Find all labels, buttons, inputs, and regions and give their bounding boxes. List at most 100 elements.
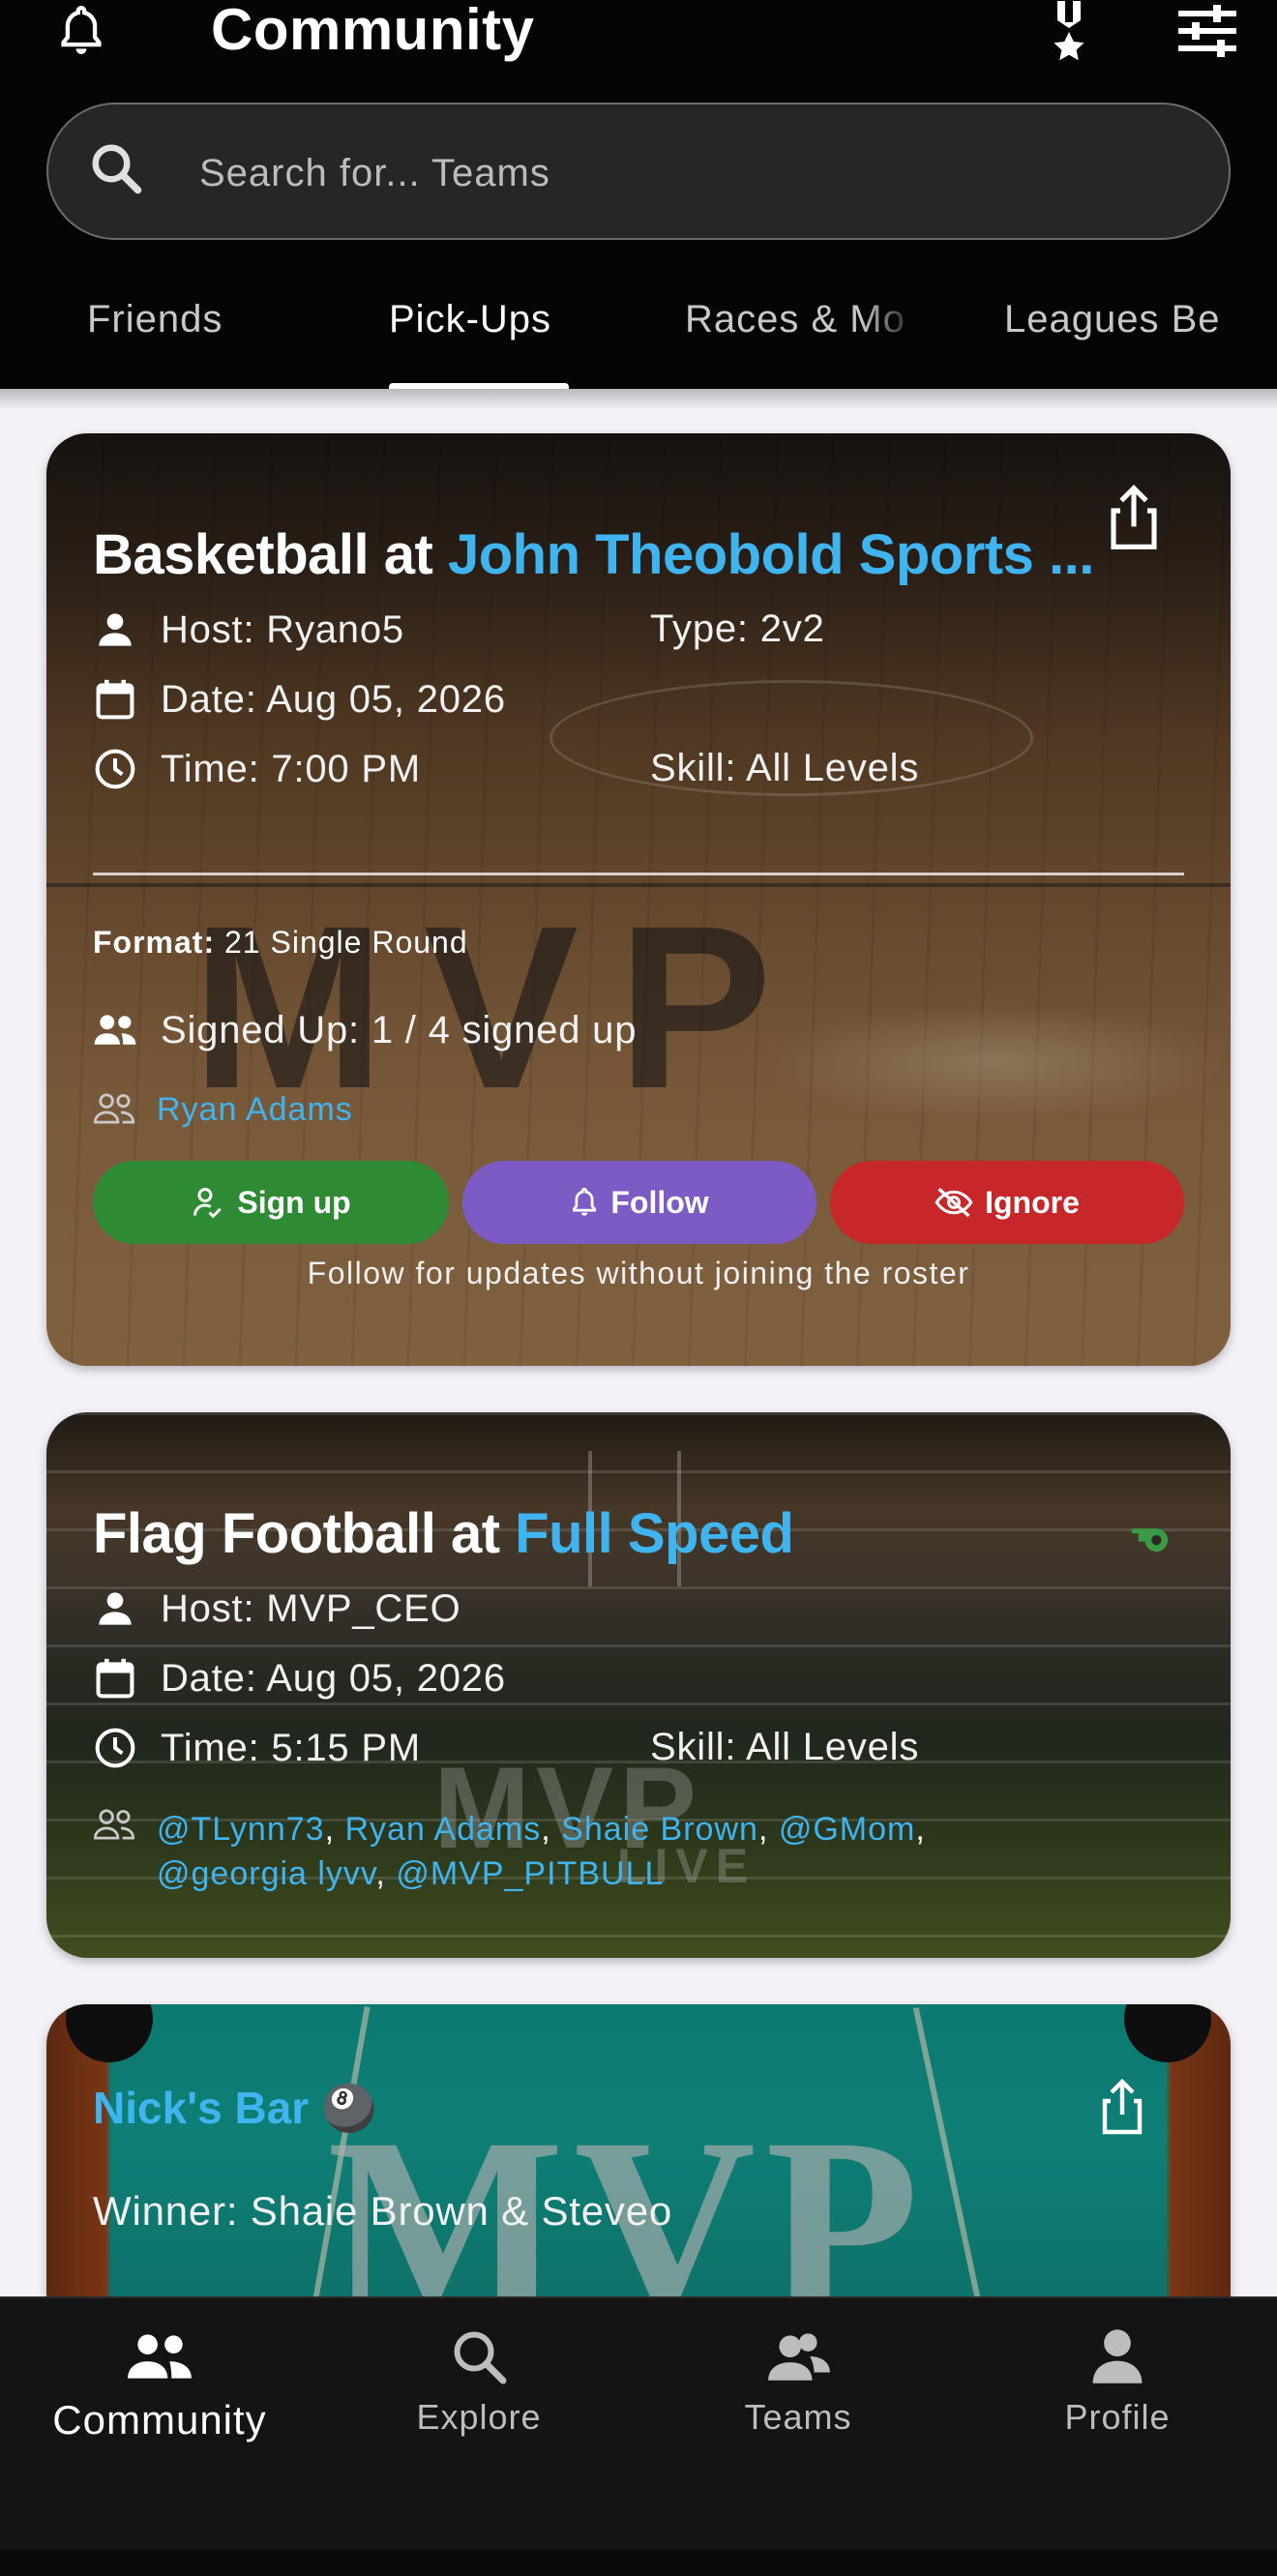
share-icon[interactable] <box>1099 2078 1161 2155</box>
system-nav-area <box>0 2550 1277 2576</box>
follow-label: Follow <box>610 1184 709 1220</box>
search-icon <box>87 139 155 207</box>
time-row: Time: 7:00 PM <box>93 747 421 791</box>
time-row: Time: 5:15 PM <box>93 1726 421 1770</box>
calendar-icon <box>93 1656 137 1701</box>
pickup-card-basketball[interactable]: MVP Basketball at John Theobold Sports .… <box>46 433 1231 1366</box>
header-shadow <box>0 389 1277 410</box>
card-title-sport: Flag Football at <box>93 1502 516 1565</box>
nav-label: Explore <box>416 2397 542 2437</box>
card-title[interactable]: Flag Football at Full Speed <box>93 1501 1147 1566</box>
signed-up-row: Signed Up: 1 / 4 signed up <box>93 1008 637 1052</box>
result-card-pool[interactable]: MVP Nick's Bar 🎱 Winner: Shaie Brown & S… <box>46 2004 1231 2296</box>
host-row: Host: Ryano5 <box>93 607 404 652</box>
person-icon <box>93 1586 137 1631</box>
participant-link[interactable]: @GMom <box>779 1811 916 1848</box>
search-input[interactable] <box>199 137 1167 209</box>
bell-icon <box>573 1187 597 1216</box>
tab-friends[interactable]: Friends <box>87 298 223 341</box>
group-outline-icon <box>93 1091 137 1130</box>
tab-pick-ups[interactable]: Pick-Ups <box>389 298 551 341</box>
clock-icon <box>93 1726 137 1770</box>
community-icon <box>128 2334 192 2379</box>
skill-row: Skill: All Levels <box>650 1726 919 1769</box>
date-row: Date: Aug 05, 2026 <box>93 1656 506 1701</box>
tab-fade <box>1219 282 1277 389</box>
type-row: Type: 2v2 <box>650 607 825 651</box>
format-row: Format: 21 Single Round <box>93 925 468 961</box>
tab-fade <box>861 282 919 389</box>
card-overlay <box>46 2004 1231 2296</box>
tab-leagues[interactable]: Leagues Be <box>1004 298 1221 341</box>
time-text: Time: 7:00 PM <box>161 747 421 790</box>
nav-label: Profile <box>1064 2397 1171 2437</box>
follow-hint: Follow for updates without joining the r… <box>307 1256 970 1290</box>
participant-list: @TLynn73, Ryan Adams, Shaie Brown, @GMom… <box>157 1811 926 1892</box>
nav-label: Teams <box>744 2397 852 2437</box>
participants-row: @TLynn73, Ryan Adams, Shaie Brown, @GMom… <box>93 1807 1167 1896</box>
winner-row: Winner: Shaie Brown & Steveo <box>93 2188 672 2235</box>
skill-text: Skill: All Levels <box>650 1726 920 1768</box>
venue-link[interactable]: John Theobold Sports ... <box>448 523 1094 586</box>
venue-link[interactable]: Nick's Bar 🎱 <box>93 2082 376 2135</box>
sign-up-label: Sign up <box>237 1184 351 1220</box>
skill-row: Skill: All Levels <box>650 747 919 790</box>
person-add-icon <box>193 1188 223 1219</box>
participant-link[interactable]: @MVP_PITBULL <box>396 1855 664 1892</box>
search-icon <box>454 2331 507 2384</box>
nav-explore[interactable]: Explore <box>319 2327 638 2438</box>
sliders-icon[interactable] <box>1171 0 1244 62</box>
date-text: Date: Aug 05, 2026 <box>161 1656 506 1700</box>
clock-icon <box>93 747 137 791</box>
eye-off-icon <box>935 1187 973 1218</box>
host-text: Host: MVP_CEO <box>161 1586 461 1630</box>
winner-text: Winner: Shaie Brown & Steveo <box>93 2188 673 2234</box>
divider <box>93 873 1184 875</box>
nav-label: Community <box>52 2397 267 2443</box>
participants-row: Ryan Adams <box>93 1091 353 1130</box>
date-row: Date: Aug 05, 2026 <box>93 677 506 722</box>
host-text: Host: Ryano5 <box>161 607 404 651</box>
whistle-icon <box>1128 1519 1178 1556</box>
calendar-icon <box>93 677 137 722</box>
host-row: Host: MVP_CEO <box>93 1586 460 1631</box>
card-title[interactable]: Basketball at John Theobold Sports ... <box>93 522 1147 587</box>
type-text: Type: 2v2 <box>650 607 825 650</box>
nav-community[interactable]: Community <box>0 2327 319 2443</box>
ignore-label: Ignore <box>985 1184 1080 1220</box>
pickup-feed[interactable]: MVP Basketball at John Theobold Sports .… <box>0 389 1277 2296</box>
card-title-sport: Basketball at <box>93 523 448 586</box>
venue-link[interactable]: Full Speed <box>515 1502 794 1565</box>
participant-link[interactable]: @TLynn73 <box>157 1811 325 1848</box>
nav-profile[interactable]: Profile <box>958 2327 1277 2438</box>
pickup-card-flag-football[interactable]: MVP LIVE Flag Football at Full Speed Hos… <box>46 1412 1231 1958</box>
signed-up-text: Signed Up: 1 / 4 signed up <box>161 1008 638 1051</box>
top-app-bar: Community Friends Pick-Ups Races & Mo Le… <box>0 0 1277 389</box>
medal-icon[interactable] <box>1035 0 1103 62</box>
participant-link[interactable]: Ryan Adams <box>157 1091 353 1129</box>
share-icon[interactable] <box>1107 484 1169 561</box>
ignore-button[interactable]: Ignore <box>830 1161 1184 1244</box>
participant-link[interactable]: @georgia lyvv <box>157 1855 375 1892</box>
teams-icon <box>768 2333 830 2381</box>
person-icon <box>93 607 137 652</box>
venue-name: Nick's Bar <box>93 2083 310 2133</box>
date-text: Date: Aug 05, 2026 <box>161 677 506 721</box>
participant-link[interactable]: Shaie Brown <box>561 1811 758 1848</box>
group-outline-icon <box>93 1807 137 1846</box>
skill-text: Skill: All Levels <box>650 747 920 789</box>
time-text: Time: 5:15 PM <box>161 1726 421 1769</box>
nav-teams[interactable]: Teams <box>638 2327 958 2438</box>
search-bar[interactable] <box>46 103 1231 240</box>
sign-up-button[interactable]: Sign up <box>93 1161 449 1244</box>
tab-bar: Friends Pick-Ups Races & Mo Leagues Be <box>0 282 1277 389</box>
participant-link[interactable]: Ryan Adams <box>344 1811 541 1848</box>
group-icon <box>93 1008 137 1052</box>
billiard-ball-icon: 🎱 <box>320 2083 377 2133</box>
bottom-navigation: Community Explore Teams Profile <box>0 2296 1277 2576</box>
follow-button[interactable]: Follow <box>462 1161 817 1244</box>
profile-icon <box>1092 2329 1143 2384</box>
format-value: 21 Single Round <box>215 925 468 960</box>
format-label: Format: <box>93 925 216 960</box>
bell-icon[interactable] <box>46 0 116 62</box>
